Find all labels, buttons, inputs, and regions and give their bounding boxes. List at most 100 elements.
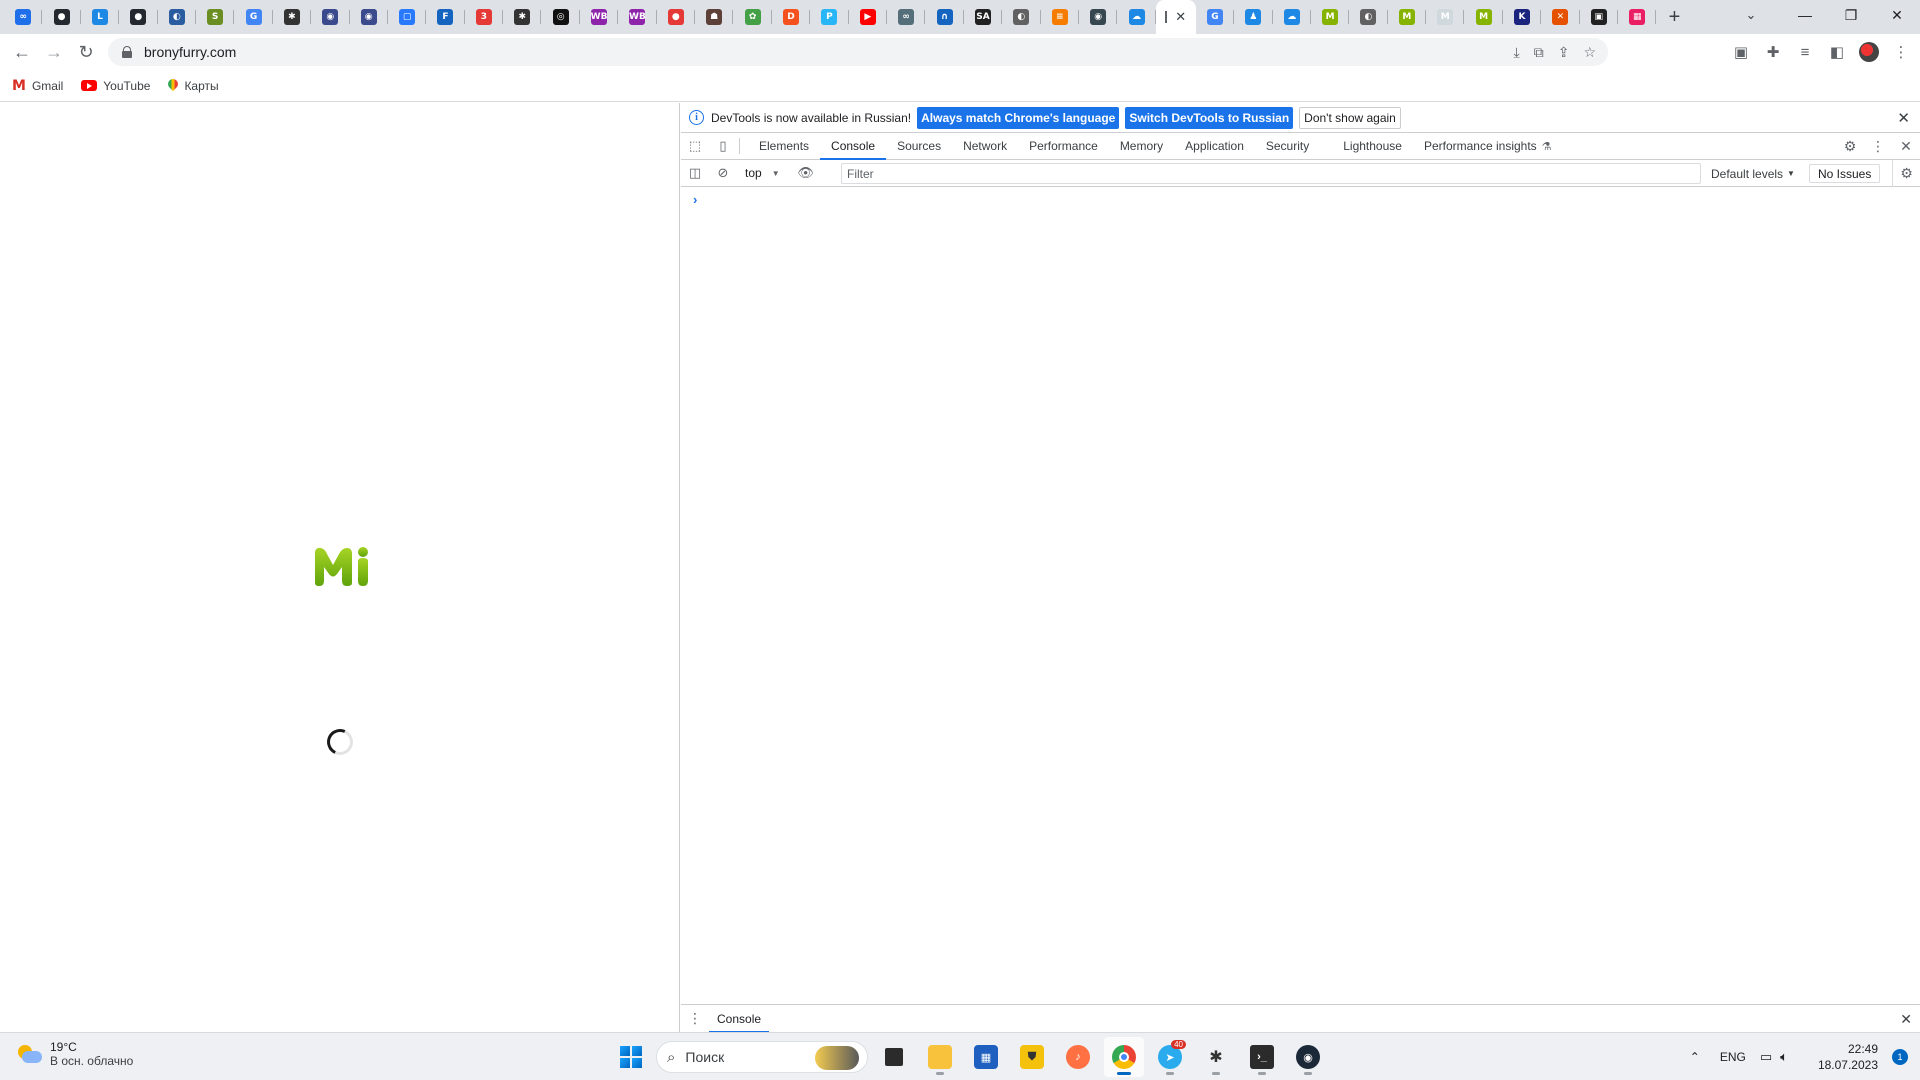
- tab-search-icon[interactable]: ⌄: [1734, 0, 1768, 30]
- minimize-icon[interactable]: —: [1782, 0, 1828, 30]
- file-explorer-icon[interactable]: [920, 1037, 960, 1077]
- bookmark-gmail[interactable]: M Gmail: [12, 78, 63, 94]
- browser-tab[interactable]: ☁: [1273, 0, 1312, 34]
- translate-icon[interactable]: ⧉: [1534, 44, 1544, 61]
- profile-avatar[interactable]: [1856, 39, 1882, 65]
- browser-tab[interactable]: ▢: [388, 0, 427, 34]
- inspect-element-icon[interactable]: ⬚: [681, 133, 709, 160]
- browser-tab[interactable]: ☗: [695, 0, 734, 34]
- browser-tab[interactable]: F: [426, 0, 466, 34]
- back-icon[interactable]: ←: [6, 36, 38, 68]
- forward-icon[interactable]: →: [38, 36, 70, 68]
- browser-tab-active[interactable]: ✕: [1155, 0, 1196, 34]
- tab-elements[interactable]: Elements: [748, 133, 820, 160]
- new-tab-icon[interactable]: +: [1656, 0, 1692, 34]
- close-drawer-icon[interactable]: ✕: [1900, 1011, 1912, 1028]
- browser-tab[interactable]: ∩: [925, 0, 965, 34]
- install-icon[interactable]: ⤓: [1514, 44, 1520, 61]
- browser-tab[interactable]: SA: [964, 0, 1003, 34]
- browser-tab[interactable]: M: [1388, 0, 1427, 34]
- browser-tab[interactable]: ◉: [311, 0, 350, 34]
- bug-app-icon[interactable]: ✱: [1196, 1037, 1236, 1077]
- browser-tab[interactable]: ♟: [1234, 0, 1273, 34]
- bookmark-maps[interactable]: Карты: [168, 79, 218, 93]
- tab-memory[interactable]: Memory: [1109, 133, 1174, 160]
- close-infobar-icon[interactable]: ✕: [1897, 109, 1910, 127]
- task-view-icon[interactable]: [874, 1037, 914, 1077]
- browser-tab[interactable]: M: [1311, 0, 1350, 34]
- tab-performance[interactable]: Performance: [1018, 133, 1109, 160]
- reading-list-icon[interactable]: ≡: [1792, 39, 1818, 65]
- url-text[interactable]: bronyfurry.com: [144, 44, 236, 60]
- drawer-menu-icon[interactable]: ⋮: [681, 1010, 709, 1027]
- chrome-icon[interactable]: [1104, 1037, 1144, 1077]
- browser-tab[interactable]: ◎: [541, 0, 581, 34]
- console-prompt[interactable]: ›: [693, 192, 697, 207]
- lock-icon[interactable]: [122, 46, 132, 58]
- share-icon[interactable]: ⇪: [1558, 44, 1570, 61]
- bookmark-youtube[interactable]: YouTube: [81, 79, 150, 93]
- console-filter-input[interactable]: Filter: [841, 163, 1701, 184]
- bookmark-star-icon[interactable]: ☆: [1583, 44, 1596, 61]
- issues-counter-button[interactable]: No Issues: [1809, 164, 1881, 183]
- browser-tab[interactable]: ◉: [1079, 0, 1118, 34]
- console-sidebar-icon[interactable]: ◫: [681, 160, 709, 187]
- telegram-icon[interactable]: ➤ 40: [1150, 1037, 1190, 1077]
- browser-tab[interactable]: ▦: [1618, 0, 1657, 34]
- drawer-tab-console[interactable]: Console: [709, 1005, 770, 1033]
- browser-tab[interactable]: ∞: [887, 0, 926, 34]
- switch-language-button[interactable]: Switch DevTools to Russian: [1125, 106, 1294, 129]
- close-devtools-icon[interactable]: ✕: [1892, 133, 1920, 160]
- browser-tab[interactable]: ◐: [158, 0, 197, 34]
- live-expression-eye-icon[interactable]: 👁: [792, 160, 820, 187]
- tab-security[interactable]: Security: [1255, 133, 1320, 160]
- browser-tab[interactable]: P: [810, 0, 849, 34]
- devtools-menu-icon[interactable]: ⋮: [1864, 133, 1892, 160]
- clock[interactable]: 22:49 18.07.2023: [1818, 1041, 1878, 1073]
- tab-network[interactable]: Network: [952, 133, 1018, 160]
- browser-tab[interactable]: ▶: [849, 0, 888, 34]
- reload-icon[interactable]: ↻: [70, 36, 102, 68]
- notification-badge[interactable]: 1: [1892, 1049, 1908, 1065]
- browser-tab[interactable]: 3: [465, 0, 504, 34]
- terminal-icon[interactable]: ›_: [1242, 1037, 1282, 1077]
- browser-tab[interactable]: ●: [657, 0, 696, 34]
- dont-show-again-button[interactable]: Don't show again: [1299, 106, 1401, 129]
- browser-tab[interactable]: M: [1464, 0, 1504, 34]
- restore-icon[interactable]: ❐: [1828, 0, 1874, 30]
- tab-performance-insights[interactable]: Performance insights: [1413, 133, 1548, 160]
- weather-widget[interactable]: 19°C В осн. облачно: [16, 1040, 133, 1068]
- volume-icon[interactable]: 🔈︎: [1780, 1049, 1788, 1065]
- browser-tab[interactable]: WB: [580, 0, 619, 34]
- browser-tab[interactable]: G: [1196, 0, 1235, 34]
- browser-tab[interactable]: ▣: [1580, 0, 1619, 34]
- match-language-button[interactable]: Always match Chrome's language: [917, 106, 1120, 129]
- tab-console[interactable]: Console: [820, 133, 887, 160]
- tab-lighthouse[interactable]: Lighthouse: [1332, 133, 1413, 160]
- device-toolbar-icon[interactable]: ▯: [709, 133, 737, 160]
- browser-tab[interactable]: ✕: [1541, 0, 1581, 34]
- browser-tab[interactable]: ◐: [1002, 0, 1041, 34]
- browser-tab[interactable]: M: [1426, 0, 1465, 34]
- clear-console-icon[interactable]: ⊘: [709, 160, 737, 187]
- browser-tab[interactable]: G: [234, 0, 274, 34]
- address-bar[interactable]: bronyfurry.com ⤓ ⧉ ⇪ ☆: [108, 38, 1608, 66]
- browser-tab[interactable]: ✿: [733, 0, 773, 34]
- browser-tab[interactable]: ✱: [273, 0, 312, 34]
- browser-tab[interactable]: K: [1503, 0, 1542, 34]
- side-panel-icon[interactable]: ◧: [1824, 39, 1850, 65]
- extension-icon[interactable]: ▣: [1728, 39, 1754, 65]
- browser-tab[interactable]: ✱: [503, 0, 542, 34]
- browser-tab[interactable]: L: [81, 0, 120, 34]
- steam-icon[interactable]: ◉: [1288, 1037, 1328, 1077]
- browser-tab[interactable]: ◉: [350, 0, 389, 34]
- browser-tab[interactable]: ◐: [1349, 0, 1389, 34]
- taskbar-search[interactable]: ⌕ Поиск: [656, 1041, 868, 1073]
- shield-app-icon[interactable]: ⛊: [1012, 1037, 1052, 1077]
- browser-tab[interactable]: ≡: [1041, 0, 1080, 34]
- browser-tab[interactable]: ●: [42, 0, 82, 34]
- browser-tab[interactable]: D: [772, 0, 811, 34]
- browser-tab[interactable]: ●: [119, 0, 158, 34]
- log-levels-dropdown[interactable]: Default levels ▼: [1711, 160, 1795, 187]
- store-icon[interactable]: ▦: [966, 1037, 1006, 1077]
